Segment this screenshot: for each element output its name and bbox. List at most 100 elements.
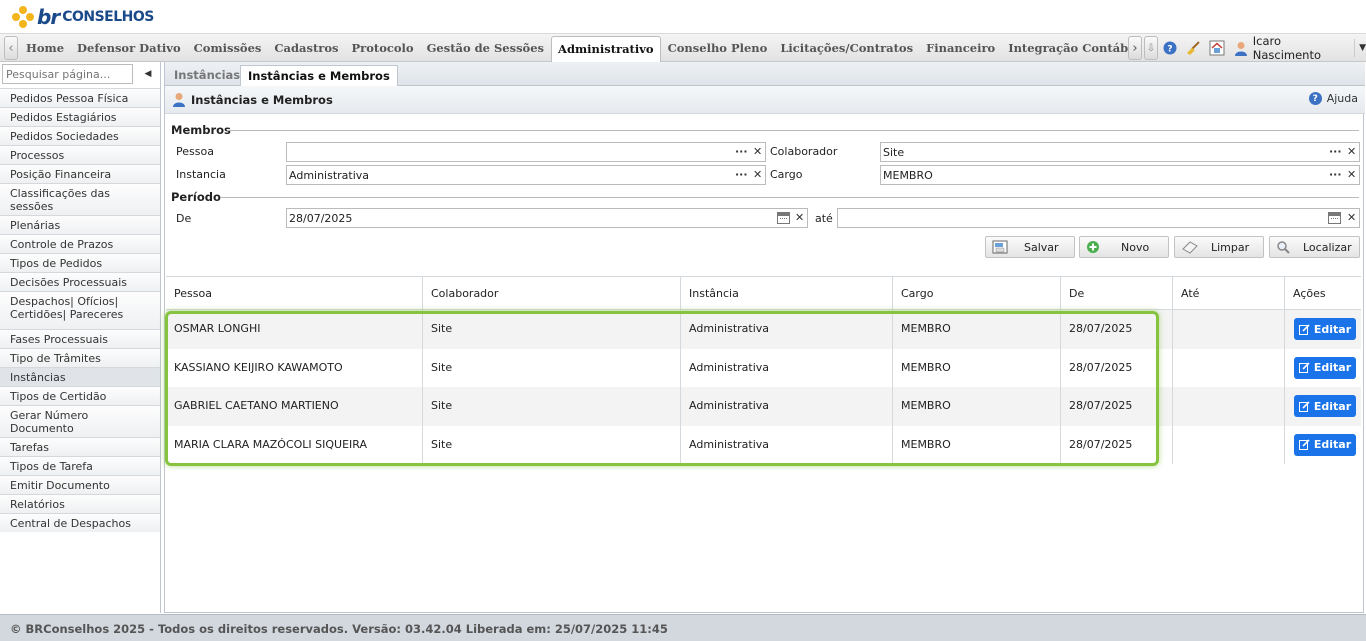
sidebar-item-tipos-de-pedidos[interactable]: Tipos de Pedidos: [0, 253, 160, 272]
clear-button[interactable]: Limpar: [1174, 236, 1264, 258]
sidebar-item-decisoes-processuais[interactable]: Decisões Processuais: [0, 272, 160, 291]
sidebar-item-emitir-documento[interactable]: Emitir Documento: [0, 475, 160, 494]
sidebar-item-gerar-numero-documento[interactable]: Gerar Número Documento: [0, 405, 160, 437]
user-menu-caret-icon[interactable]: ▼: [1354, 39, 1366, 57]
sidebar-item-controle-de-prazos[interactable]: Controle de Prazos: [0, 234, 160, 253]
sidebar-item-pedidos-sociedades[interactable]: Pedidos Sociedades: [0, 126, 160, 145]
de-clear-icon[interactable]: ✕: [795, 211, 804, 224]
menu-item-cadastros[interactable]: Cadastros: [268, 34, 344, 62]
cargo-lookup-icon[interactable]: ···: [1329, 168, 1342, 181]
table-row[interactable]: OSMAR LONGHI Site Administrativa MEMBRO 28/0…: [166, 310, 1361, 349]
sidebar-item-tipos-de-certidao[interactable]: Tipos de Certidão: [0, 386, 160, 405]
tab-instancias-e-membros[interactable]: Instâncias e Membros: [240, 65, 398, 87]
edit-button[interactable]: Editar: [1294, 318, 1356, 340]
members-table: Pessoa Colaborador Instância Cargo De Até Açõe…: [166, 276, 1361, 464]
table-header: Pessoa Colaborador Instância Cargo De Até Açõe…: [166, 276, 1361, 310]
instancia-lookup-icon[interactable]: ···: [735, 168, 748, 181]
home-icon[interactable]: [1209, 40, 1225, 56]
help-icon[interactable]: ?: [1162, 40, 1177, 56]
cell-instancia: Administrativa: [681, 348, 893, 387]
table-row[interactable]: KASSIANO KEIJIRO KAWAMOTO Site Administrat…: [166, 348, 1361, 387]
edit-button[interactable]: Editar: [1294, 356, 1356, 379]
column-header-ate[interactable]: Até: [1173, 277, 1285, 310]
column-header-de[interactable]: De: [1061, 277, 1173, 310]
sidebar-item-pedidos-pessoa-fisica[interactable]: Pedidos Pessoa Física: [0, 88, 160, 107]
sidebar-item-instancias[interactable]: Instâncias: [0, 367, 160, 386]
menu-item-licitacoes-contratos[interactable]: Licitações/Contratos: [774, 34, 919, 62]
ate-clear-icon[interactable]: ✕: [1347, 211, 1356, 224]
colaborador-value: Site: [883, 146, 905, 159]
menu-item-financeiro[interactable]: Financeiro: [920, 34, 1001, 62]
section-members-title: Membros: [171, 123, 231, 137]
colaborador-lookup-icon[interactable]: ···: [1329, 145, 1342, 158]
colaborador-clear-icon[interactable]: ✕: [1347, 145, 1356, 158]
menu-item-protocolo[interactable]: Protocolo: [346, 34, 420, 62]
sidebar-collapse-icon[interactable]: ◀: [138, 64, 158, 84]
column-header-instancia[interactable]: Instância: [681, 277, 893, 310]
pessoa-field[interactable]: ··· ✕: [286, 142, 766, 162]
sidebar-item-tipo-de-tramites[interactable]: Tipo de Trâmites: [0, 348, 160, 367]
menu-item-home[interactable]: Home: [20, 34, 70, 62]
sidebar-item-processos[interactable]: Processos: [0, 145, 160, 164]
table-row[interactable]: GABRIEL CAETANO MARTIENO Site Administrati…: [166, 387, 1361, 426]
de-calendar-icon[interactable]: [777, 212, 790, 224]
menu-item-conselho-pleno[interactable]: Conselho Pleno: [662, 34, 774, 62]
broom-icon[interactable]: [1185, 40, 1201, 56]
cell-cargo: MEMBRO: [893, 387, 1061, 426]
user-name[interactable]: Icaro Nascimento: [1253, 34, 1349, 62]
cargo-field[interactable]: MEMBRO ··· ✕: [880, 165, 1360, 185]
colaborador-field[interactable]: Site ··· ✕: [880, 142, 1360, 162]
cell-ate: [1173, 310, 1285, 349]
save-button[interactable]: Salvar: [985, 236, 1075, 258]
column-header-pessoa[interactable]: Pessoa: [166, 277, 423, 310]
section-divider: [227, 130, 1359, 131]
cargo-clear-icon[interactable]: ✕: [1347, 168, 1356, 181]
edit-button[interactable]: Editar: [1294, 395, 1356, 417]
instancia-clear-icon[interactable]: ✕: [753, 168, 762, 181]
find-button[interactable]: Localizar: [1269, 236, 1360, 258]
cell-instancia: Administrativa: [681, 310, 893, 349]
cell-instancia: Administrativa: [681, 387, 893, 426]
pessoa-clear-icon[interactable]: ✕: [753, 145, 762, 158]
sidebar-item-central-de-despachos[interactable]: Central de Despachos: [0, 513, 160, 532]
sidebar-item-classificacoes-das-sessoes[interactable]: Classificações das sessões: [0, 183, 160, 215]
sidebar-item-plenarias[interactable]: Plenárias: [0, 215, 160, 234]
edit-icon: [1298, 439, 1310, 450]
sidebar-item-despachos-oficios-certidoes-pareceres[interactable]: Despachos| Ofícios| Certidões| Pareceres: [0, 291, 160, 329]
menu-item-comissoes[interactable]: Comissões: [188, 34, 268, 62]
instancia-field[interactable]: Administrativa ··· ✕: [286, 165, 766, 185]
menu-item-defensor-dativo[interactable]: Defensor Dativo: [71, 34, 187, 62]
cell-cargo: MEMBRO: [893, 348, 1061, 387]
ate-calendar-icon[interactable]: [1328, 212, 1341, 224]
instancia-value: Administrativa: [289, 169, 370, 182]
svg-text:?: ?: [1167, 45, 1172, 55]
sidebar-item-relatorios[interactable]: Relatórios: [0, 494, 160, 513]
sidebar-item-tarefas[interactable]: Tarefas: [0, 437, 160, 456]
column-header-colaborador[interactable]: Colaborador: [423, 277, 681, 310]
page-search-input[interactable]: [2, 64, 133, 84]
edit-icon: [1298, 400, 1310, 412]
sidebar-item-tipos-de-tarefa[interactable]: Tipos de Tarefa: [0, 456, 160, 475]
menu-expand-button[interactable]: ⇩: [1144, 36, 1158, 60]
help-link[interactable]: ? Ajuda: [1308, 92, 1358, 105]
table-row[interactable]: MARIA CLARA MAZÓCOLI SIQUEIRA Site Adminis…: [166, 425, 1361, 464]
ate-date-field[interactable]: ✕: [837, 208, 1360, 228]
new-button[interactable]: Novo: [1079, 236, 1169, 258]
sidebar-item-fases-processuais[interactable]: Fases Processuais: [0, 329, 160, 348]
brand-logo[interactable]: br CONSELHOS: [12, 5, 154, 29]
section-period-title: Período: [171, 190, 221, 204]
column-header-cargo[interactable]: Cargo: [893, 277, 1061, 310]
menu-scroll-left-button[interactable]: ‹: [4, 36, 18, 60]
tab-instancias[interactable]: Instâncias: [167, 65, 247, 86]
menu-scroll-right-button[interactable]: ›: [1128, 36, 1142, 60]
cell-instancia: Administrativa: [681, 425, 893, 464]
sidebar-item-posicao-financeira[interactable]: Posição Financeira: [0, 164, 160, 183]
sidebar-item-pedidos-estagiarios[interactable]: Pedidos Estagiários: [0, 107, 160, 126]
column-header-acoes[interactable]: Ações: [1285, 277, 1361, 310]
edit-button[interactable]: Editar: [1294, 433, 1356, 456]
pessoa-lookup-icon[interactable]: ···: [735, 145, 748, 158]
menu-item-integracao-contabil[interactable]: Integração Contábil: [1002, 34, 1128, 62]
de-date-field[interactable]: 28/07/2025 ✕: [286, 208, 808, 228]
menu-item-administrativo[interactable]: Administrativo: [551, 36, 661, 62]
menu-item-gestao-de-sessoes[interactable]: Gestão de Sessões: [421, 34, 550, 62]
